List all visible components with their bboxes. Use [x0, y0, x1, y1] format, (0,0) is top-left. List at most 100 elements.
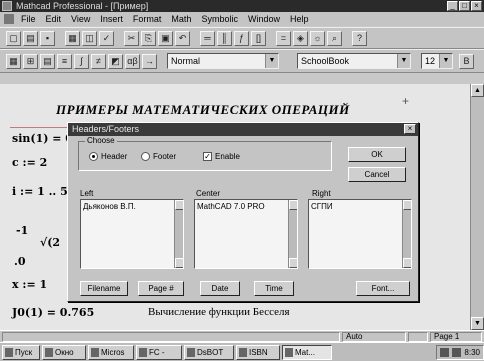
right-field-label: Right — [312, 189, 331, 198]
taskbar-item[interactable]: Окно — [42, 344, 86, 360]
math-region[interactable]: .0 — [14, 255, 25, 268]
center-field-input[interactable]: MathCAD 7.0 PRO — [194, 199, 298, 269]
menu-insert[interactable]: Insert — [95, 14, 128, 24]
enable-checkbox-option[interactable]: ✓ Enable — [203, 152, 240, 161]
new-file-icon[interactable]: ▢ — [6, 30, 21, 46]
app-icon[interactable] — [2, 1, 12, 11]
worksheet-title: ПРИМЕРЫ МАТЕМАТИЧЕСКИХ ОПЕРАЦИЙ — [56, 102, 350, 117]
math-region[interactable]: -1 — [16, 224, 28, 237]
left-field-input[interactable]: Дьяконов В.П. — [80, 199, 184, 269]
menu-help[interactable]: Help — [285, 14, 314, 24]
left-field-label: Left — [80, 189, 94, 198]
header-radio[interactable] — [89, 152, 98, 161]
taskbar-item-label: ISBN — [249, 347, 268, 357]
vertical-scrollbar[interactable]: ▲ ▼ — [470, 84, 484, 330]
ok-button[interactable]: OK — [348, 147, 406, 162]
taskbar-item[interactable]: Micros — [88, 344, 134, 360]
taskbar-item[interactable]: FC - — [136, 344, 182, 360]
menu-math[interactable]: Math — [166, 14, 196, 24]
left-field-scrollbar[interactable] — [174, 200, 183, 268]
right-field-scrollbar[interactable] — [402, 200, 411, 268]
component-icon[interactable]: ◈ — [293, 30, 308, 46]
align-down-icon[interactable]: ║ — [217, 30, 232, 46]
right-field-value: СГПИ — [311, 202, 333, 211]
taskbar-item-active[interactable]: Mat... — [282, 344, 332, 360]
font-size-select[interactable]: 12 ▼ — [421, 53, 453, 69]
menu-file[interactable]: File — [16, 14, 41, 24]
programming-palette-icon[interactable]: ◩ — [108, 53, 123, 69]
scroll-down-icon[interactable]: ▼ — [471, 317, 484, 330]
right-field-input[interactable]: СГПИ — [308, 199, 412, 269]
font-select[interactable]: SchoolBook ▼ — [297, 53, 411, 69]
keyboard-layout-icon[interactable] — [440, 347, 450, 357]
header-radio-option[interactable]: Header — [89, 152, 127, 161]
maximize-button[interactable]: □ — [459, 1, 470, 11]
start-button[interactable]: Пуск — [2, 344, 40, 360]
close-button[interactable]: × — [471, 1, 482, 11]
calculate-icon[interactable]: = — [276, 30, 291, 46]
chevron-down-icon[interactable]: ▼ — [397, 54, 410, 68]
boolean-palette-icon[interactable]: ≠ — [91, 53, 106, 69]
math-region[interactable]: i := 1 .. 5 — [12, 185, 68, 198]
page-number-button[interactable]: Page # — [138, 281, 184, 296]
minimize-button[interactable]: _ — [447, 1, 458, 11]
clock[interactable]: 8:30 — [464, 348, 480, 357]
insert-unit-icon[interactable]: [] — [251, 30, 266, 46]
math-region[interactable]: x := 1 — [12, 278, 47, 291]
style-select[interactable]: Normal ▼ — [167, 53, 279, 69]
footer-radio[interactable] — [141, 152, 150, 161]
bold-icon[interactable]: B — [459, 53, 474, 69]
taskbar-item[interactable]: ISBN — [236, 344, 280, 360]
text-region[interactable]: Вычисление функции Бесселя — [148, 306, 290, 318]
zoom-icon[interactable]: ⌕ — [327, 30, 342, 46]
math-region[interactable]: c := 2 — [12, 156, 47, 169]
calculus-palette-icon[interactable]: ∫ — [74, 53, 89, 69]
close-icon[interactable]: × — [404, 124, 416, 134]
undo-icon[interactable]: ↶ — [175, 30, 190, 46]
document-icon[interactable] — [4, 14, 14, 24]
mathcad-icon — [285, 347, 293, 357]
font-select-value: SchoolBook — [301, 56, 350, 66]
math-region[interactable]: J0(1) = 0.765 — [12, 306, 94, 319]
time-button[interactable]: Time — [254, 281, 294, 296]
paste-icon[interactable]: ▣ — [158, 30, 173, 46]
menu-format[interactable]: Format — [128, 14, 167, 24]
graph-palette-icon[interactable]: ⊞ — [23, 53, 38, 69]
date-button[interactable]: Date — [200, 281, 240, 296]
taskbar-item[interactable]: DsBOT — [184, 344, 234, 360]
font-button[interactable]: Font... — [356, 281, 410, 296]
center-field-scrollbar[interactable] — [288, 200, 297, 268]
filename-button[interactable]: Filename — [80, 281, 128, 296]
print-preview-icon[interactable]: ◫ — [82, 30, 97, 46]
calculator-palette-icon[interactable]: ▦ — [6, 53, 21, 69]
menu-view[interactable]: View — [66, 14, 95, 24]
evaluation-palette-icon[interactable]: ≡ — [57, 53, 72, 69]
menu-window[interactable]: Window — [243, 14, 285, 24]
copy-icon[interactable]: ⎘ — [141, 30, 156, 46]
align-across-icon[interactable]: ═ — [200, 30, 215, 46]
chevron-down-icon[interactable]: ▼ — [265, 54, 278, 68]
scroll-up-icon[interactable]: ▲ — [471, 84, 484, 97]
open-file-icon[interactable]: ▤ — [23, 30, 38, 46]
cut-icon[interactable]: ✂ — [124, 30, 139, 46]
cancel-button[interactable]: Cancel — [348, 167, 406, 182]
math-region[interactable]: √(2 — [40, 236, 60, 249]
symbolic-palette-icon[interactable]: → — [142, 53, 157, 69]
chevron-down-icon[interactable]: ▼ — [439, 54, 452, 68]
menu-edit[interactable]: Edit — [41, 14, 67, 24]
resource-center-icon[interactable]: ☼ — [310, 30, 325, 46]
help-icon[interactable]: ? — [352, 30, 367, 46]
insert-function-icon[interactable]: ƒ — [234, 30, 249, 46]
matrix-palette-icon[interactable]: ▤ — [40, 53, 55, 69]
math-region[interactable]: sin(1) = 0 — [12, 132, 73, 145]
volume-icon[interactable] — [452, 347, 462, 357]
save-icon[interactable]: ▪ — [40, 30, 55, 46]
print-icon[interactable]: ▦ — [65, 30, 80, 46]
enable-checkbox[interactable]: ✓ — [203, 152, 212, 161]
choose-group-label: Choose — [85, 136, 117, 145]
footer-radio-option[interactable]: Footer — [141, 152, 176, 161]
greek-palette-icon[interactable]: αβ — [125, 53, 140, 69]
spell-check-icon[interactable]: ✓ — [99, 30, 114, 46]
menu-symbolic[interactable]: Symbolic — [196, 14, 243, 24]
app-title-bar: Mathcad Professional - [Пример] _ □ × — [0, 0, 484, 12]
